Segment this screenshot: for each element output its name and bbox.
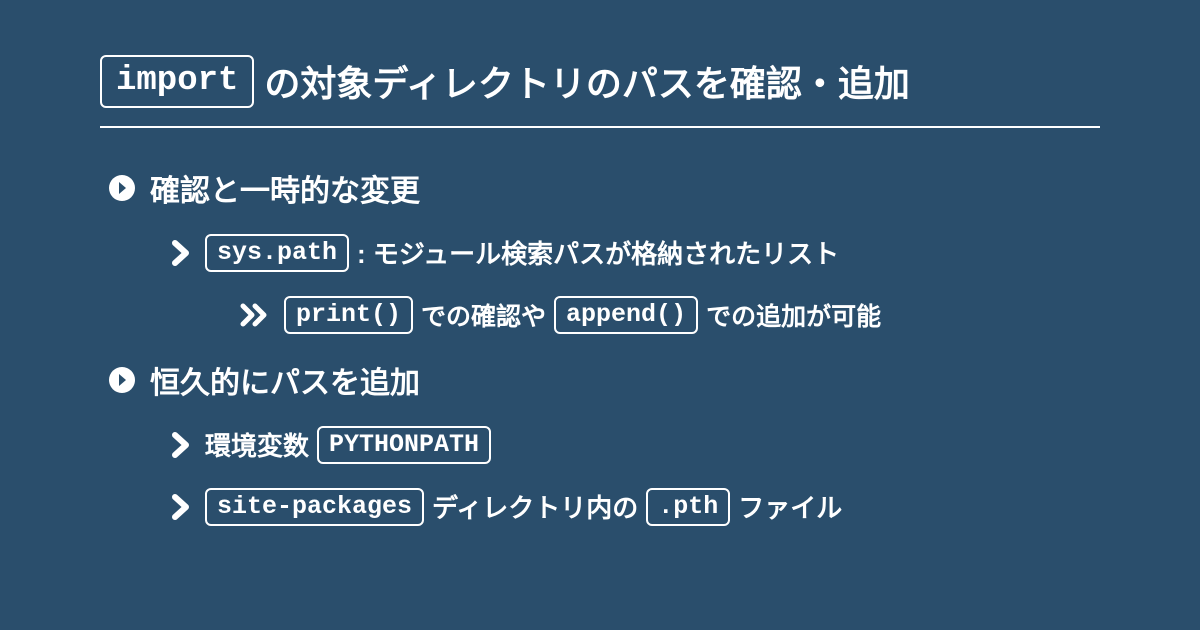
code-text: PYTHONPATH xyxy=(317,426,491,464)
item-text: での追加が可能 xyxy=(706,297,881,333)
item-content: sys.path : モジュール検索パスが格納されたリスト xyxy=(205,234,839,272)
double-chevron-icon xyxy=(240,302,270,328)
item-text: ディレクトリ内の xyxy=(432,488,638,525)
title-code: import xyxy=(100,55,254,108)
item-text: での確認や xyxy=(421,297,546,333)
list-item-level1: 恒久的にパスを追加 xyxy=(100,358,1100,402)
code-text: site-packages xyxy=(205,488,424,526)
item-content: 環境変数 PYTHONPATH xyxy=(205,426,491,464)
item-content: print() での確認や append() での追加が可能 xyxy=(284,296,881,334)
heading-text: 確認と一時的な変更 xyxy=(150,166,420,210)
circle-chevron-icon xyxy=(108,174,136,202)
item-content: site-packages ディレクトリ内の .pth ファイル xyxy=(205,488,842,526)
title-text: の対象ディレクトリのパスを確認・追加 xyxy=(264,55,909,107)
item-text: 環境変数 xyxy=(205,426,309,463)
heading-text: 恒久的にパスを追加 xyxy=(150,358,420,402)
list-item-level2: site-packages ディレクトリ内の .pth ファイル xyxy=(100,488,1100,526)
code-text: append() xyxy=(554,296,698,334)
list-item-level2: 環境変数 PYTHONPATH xyxy=(100,426,1100,464)
list-item-level2: sys.path : モジュール検索パスが格納されたリスト xyxy=(100,234,1100,272)
content-list: 確認と一時的な変更 sys.path : モジュール検索パスが格納されたリスト … xyxy=(100,166,1100,526)
page-title: import の対象ディレクトリのパスを確認・追加 xyxy=(100,55,1100,128)
code-text: print() xyxy=(284,296,413,334)
chevron-icon xyxy=(172,240,191,266)
item-text: : モジュール検索パスが格納されたリスト xyxy=(357,234,839,271)
circle-chevron-icon xyxy=(108,366,136,394)
code-text: sys.path xyxy=(205,234,349,272)
list-item-level1: 確認と一時的な変更 xyxy=(100,166,1100,210)
chevron-icon xyxy=(172,432,191,458)
code-text: .pth xyxy=(646,488,730,526)
item-text: ファイル xyxy=(738,488,842,525)
list-item-level3: print() での確認や append() での追加が可能 xyxy=(100,296,1100,334)
chevron-icon xyxy=(172,494,191,520)
